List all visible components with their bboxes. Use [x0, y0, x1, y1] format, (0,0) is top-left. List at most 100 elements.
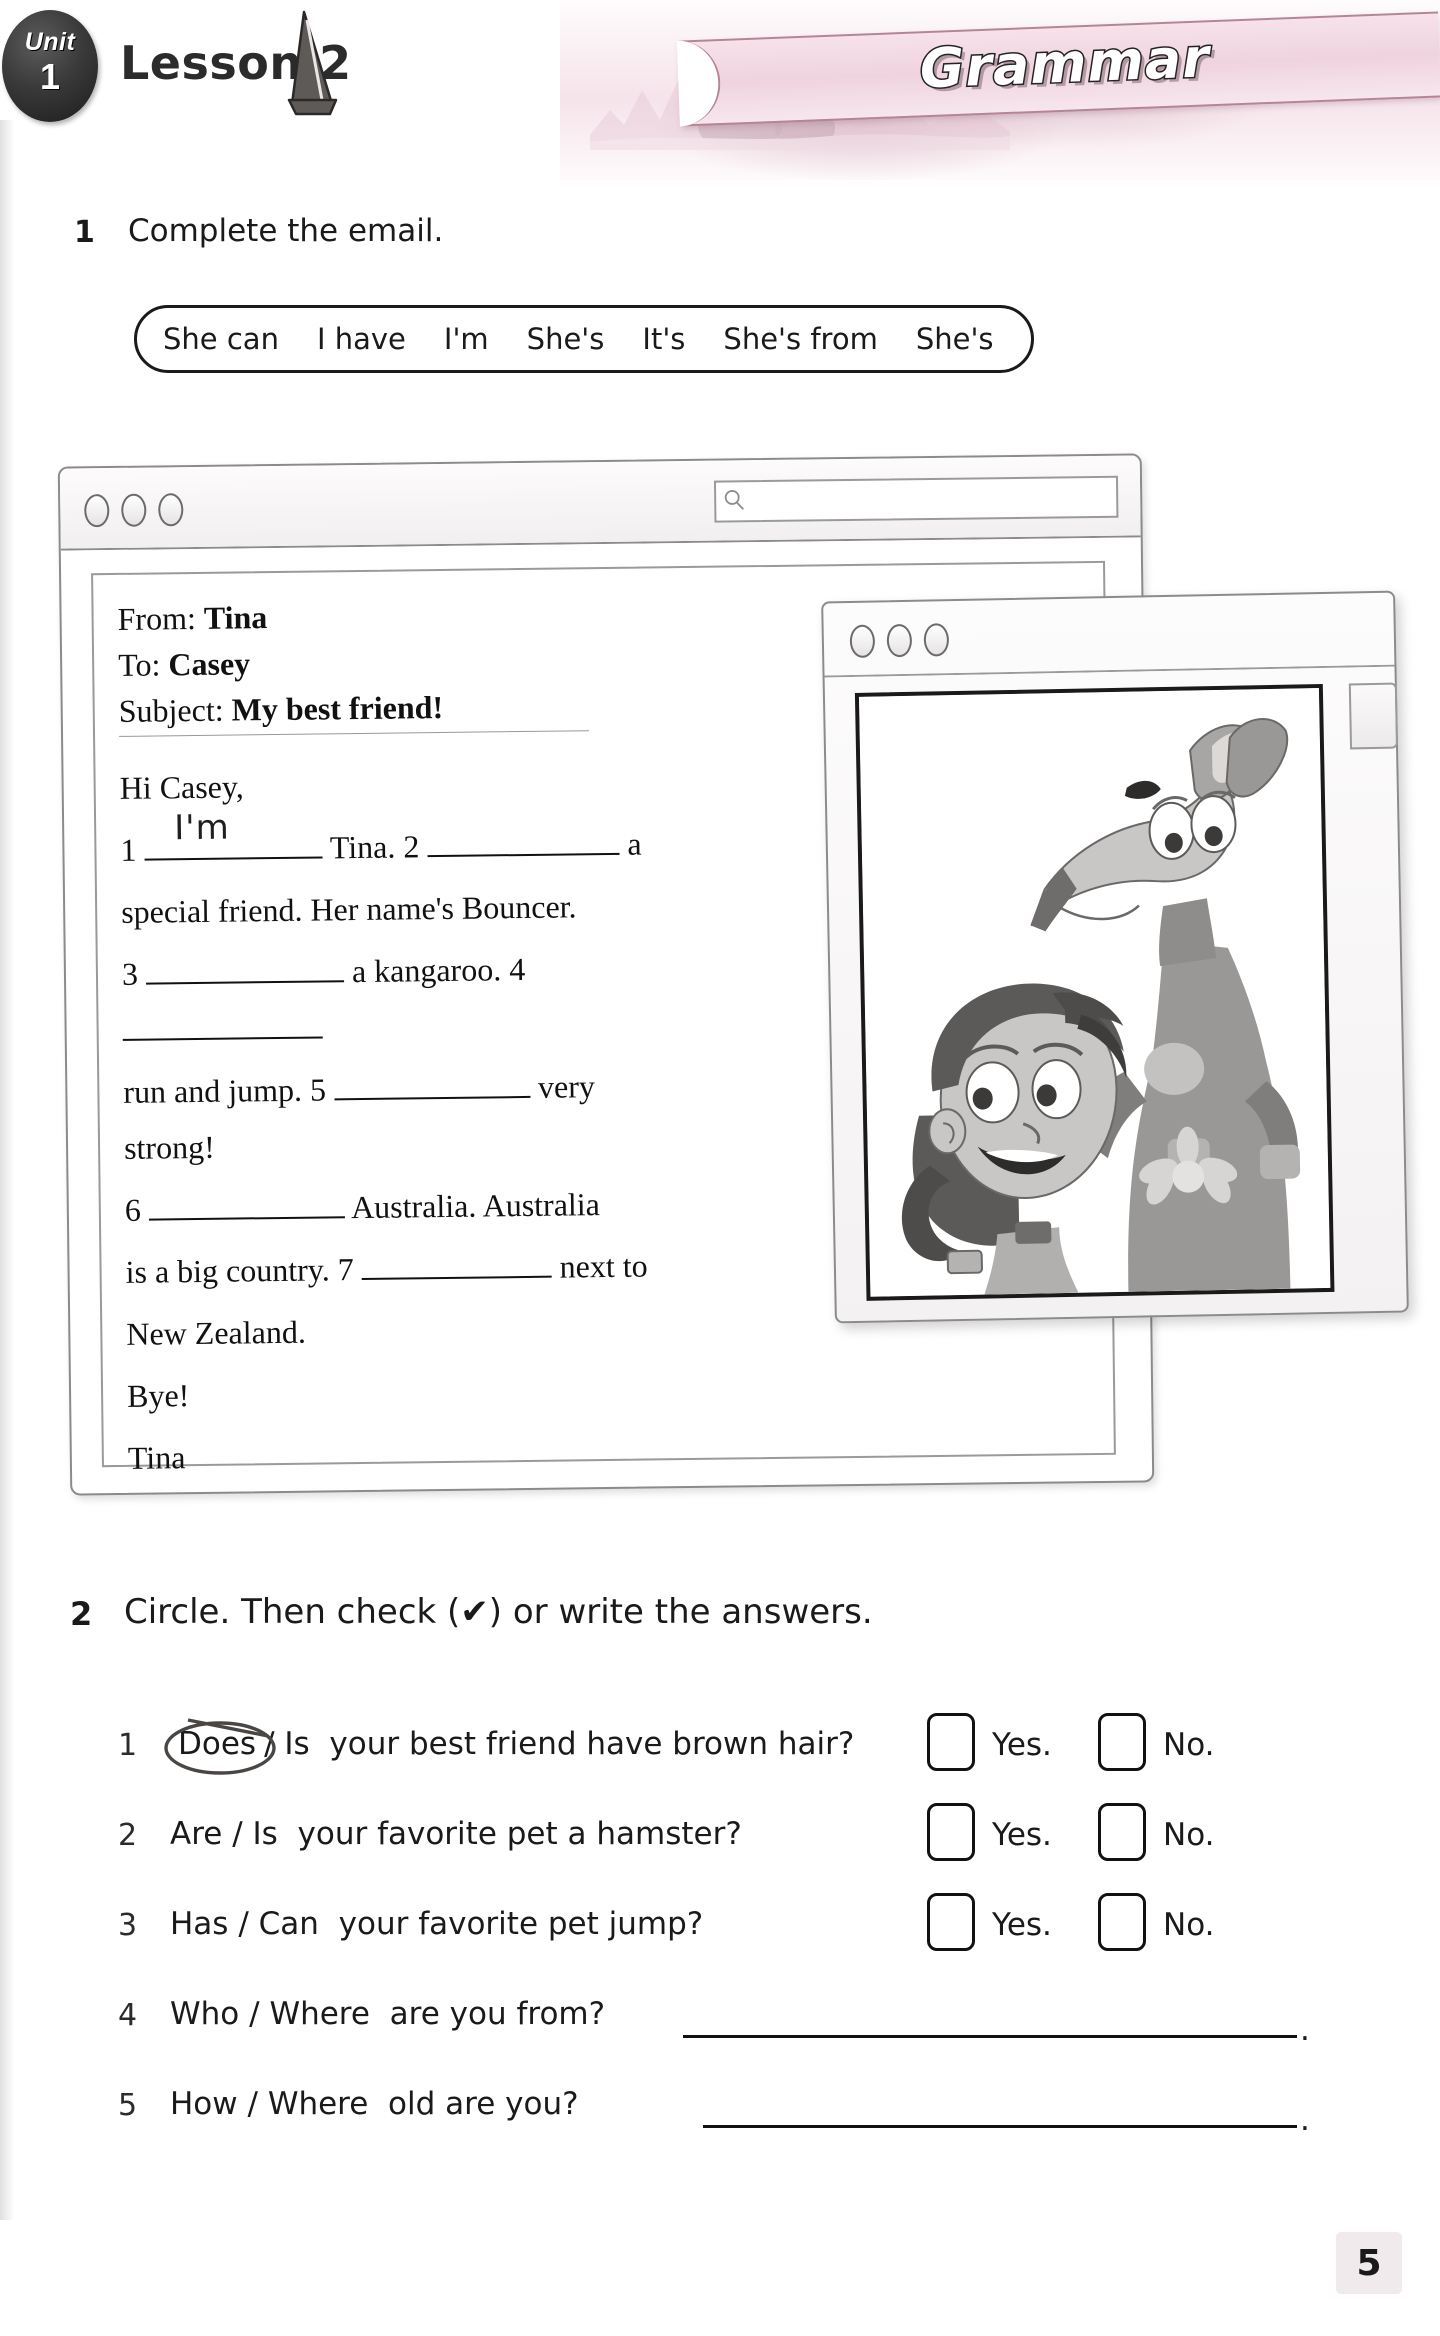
question-text: Does / Is your best friend have brown ha…	[164, 1718, 854, 1775]
question-text: How / Where old are you?	[170, 2086, 579, 2122]
unit-number: 1	[39, 56, 61, 97]
exercise-2-number: 2	[70, 1595, 93, 1633]
option-b[interactable]: Is	[284, 1726, 309, 1762]
question-number: 5	[118, 2088, 138, 2123]
checkbox-yes[interactable]	[927, 1803, 975, 1861]
exercise-1-number: 1	[74, 215, 95, 250]
window-button-maximize-icon[interactable]	[923, 623, 950, 657]
grammar-banner-label: Grammar	[917, 25, 1212, 102]
answer-line-period: .	[1300, 2012, 1310, 2048]
illustration-artwork	[858, 688, 1331, 1297]
question-text: Are / Is your favorite pet a hamster?	[170, 1816, 742, 1852]
option-separator: /	[247, 2086, 258, 2122]
handwritten-answer-1: I'm	[173, 807, 230, 849]
page-spine-shadow	[0, 120, 14, 2220]
question-text: Has / Can your favorite pet jump?	[170, 1906, 703, 1942]
email-field-to-value: Casey	[168, 645, 251, 683]
word-bank-item[interactable]: It's	[642, 322, 685, 356]
word-bank-item[interactable]: I'm	[444, 322, 489, 356]
window-button-minimize-icon[interactable]	[886, 623, 913, 658]
search-input[interactable]	[713, 475, 1119, 523]
email-field-to: To: Casey	[118, 638, 443, 688]
email-line-1: 1 I'm Tina. 2 a	[120, 808, 661, 878]
answer-blank-4[interactable]	[122, 1036, 323, 1041]
question-number: 1	[118, 1728, 138, 1763]
email-field-subject: Subject: My best friend!	[118, 684, 444, 734]
answer-write-line[interactable]	[683, 2035, 1297, 2038]
answer-blank-2[interactable]	[427, 852, 620, 858]
checkbox-no-label: No.	[1163, 1817, 1215, 1853]
option-b[interactable]: Can	[259, 1906, 319, 1942]
search-icon	[724, 490, 744, 510]
unit-badge: Unit 1	[2, 10, 98, 122]
option-b[interactable]: Where	[269, 1996, 370, 2032]
answer-blank-6[interactable]	[148, 1216, 345, 1221]
window-buttons[interactable]	[849, 623, 950, 659]
word-bank-item[interactable]: She's	[527, 322, 605, 356]
checkbox-no-label: No.	[1163, 1727, 1215, 1763]
option-a[interactable]: Has	[170, 1906, 228, 1942]
exercise-2-instruction: Circle. Then check (✔) or write the answ…	[124, 1592, 873, 1632]
email-line-6: is a big country. 7 next to	[125, 1237, 666, 1300]
option-a[interactable]: Does	[178, 1726, 256, 1762]
blank-number-1: 1	[120, 831, 137, 868]
checkbox-yes[interactable]	[927, 1893, 975, 1951]
window-button-close-icon[interactable]	[849, 624, 876, 659]
question-number: 4	[118, 1998, 138, 2033]
answer-line-period: .	[1300, 2102, 1310, 2138]
question-text: Who / Where are you from?	[170, 1996, 605, 2032]
option-a[interactable]: How	[170, 2086, 238, 2122]
answer-blank-5[interactable]	[334, 1095, 531, 1101]
word-bank-item[interactable]: She can	[163, 322, 279, 356]
window-button-minimize-icon[interactable]	[121, 493, 147, 527]
checkbox-yes-label: Yes.	[992, 1907, 1052, 1943]
option-separator: /	[232, 1816, 243, 1852]
checkbox-no[interactable]	[1098, 1713, 1146, 1771]
email-line-5-text-b: Australia. Australia	[350, 1186, 601, 1226]
question-number: 3	[118, 1908, 138, 1943]
checkbox-no[interactable]	[1098, 1803, 1146, 1861]
window-side-tab	[1348, 682, 1399, 750]
blank-number-3: 3	[121, 955, 139, 992]
page-number: 5	[1336, 2232, 1402, 2294]
email-field-from: From: Tina	[117, 592, 442, 642]
email-window-titlebar	[59, 455, 1141, 551]
email-line-4-text-a: run and jump. 5	[123, 1071, 327, 1110]
checkbox-yes-label: Yes.	[992, 1727, 1052, 1763]
question-rest: your favorite pet jump?	[338, 1906, 704, 1942]
email-line-3: 3 a kangaroo. 4	[122, 939, 663, 1058]
ribbon-notch	[676, 39, 722, 127]
email-line-1-text-c: a	[627, 825, 642, 862]
email-field-to-label: To:	[117, 646, 161, 683]
circled-option[interactable]: Does	[164, 1718, 276, 1775]
window-button-close-icon[interactable]	[84, 494, 110, 528]
word-bank-item[interactable]: I have	[317, 322, 406, 356]
answer-blank-7[interactable]	[361, 1275, 552, 1281]
answer-write-line[interactable]	[703, 2125, 1297, 2128]
email-line-2: special friend. Her name's Bouncer.	[120, 888, 577, 930]
email-line-3-text-b: a kangaroo. 4	[351, 950, 526, 990]
word-bank-item[interactable]: She's from	[723, 322, 877, 356]
question-rest: are you from?	[389, 1996, 606, 2032]
email-line-6-text-b: next to	[559, 1247, 648, 1285]
email-line-1-text-b: Tina. 2	[329, 828, 420, 866]
option-b[interactable]: Is	[253, 1816, 278, 1852]
email-line-4: run and jump. 5 very strong!	[123, 1057, 664, 1176]
answer-blank-3[interactable]	[146, 980, 345, 985]
email-field-subject-label: Subject:	[118, 691, 224, 729]
option-a[interactable]: Who	[170, 1996, 239, 2032]
email-header-fields: From: Tina To: Casey Subject: My best fr…	[117, 592, 443, 734]
checkbox-yes[interactable]	[927, 1713, 975, 1771]
answer-blank-1[interactable]: I'm	[144, 808, 323, 861]
checkbox-no[interactable]	[1098, 1893, 1146, 1951]
window-buttons[interactable]	[84, 493, 184, 528]
window-button-maximize-icon[interactable]	[158, 493, 184, 527]
option-a[interactable]: Are	[170, 1816, 222, 1852]
photo-window	[821, 590, 1409, 1324]
question-number: 2	[118, 1818, 138, 1853]
page-header: Unit 1 Lesson 2 Grammar	[0, 0, 1440, 190]
word-bank-item[interactable]: She's	[916, 322, 994, 356]
email-closing: Bye!	[126, 1377, 190, 1414]
girl-and-kangaroo-illustration	[854, 683, 1335, 1301]
option-b[interactable]: Where	[268, 2086, 369, 2122]
